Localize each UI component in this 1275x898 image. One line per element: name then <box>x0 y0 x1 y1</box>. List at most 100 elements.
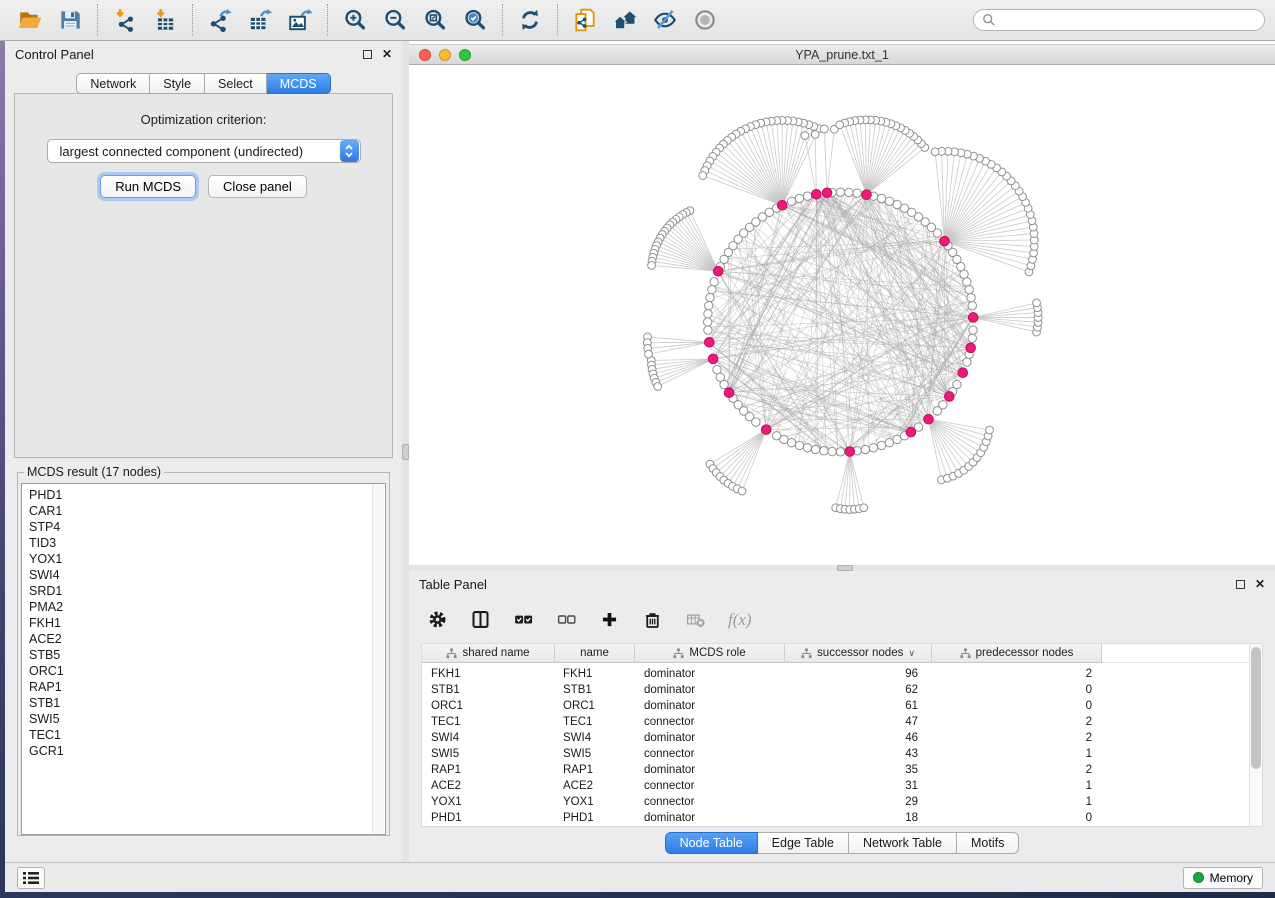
export-image-button[interactable] <box>280 3 320 37</box>
horizontal-splitter[interactable] <box>409 565 1275 571</box>
cell-successor-nodes: 29 <box>785 796 932 808</box>
export-table-button[interactable] <box>240 3 280 37</box>
optimization-criterion-select[interactable]: largest connected component (undirected) <box>47 139 361 163</box>
table-row[interactable]: SWI5 SWI5 connector 43 1 <box>422 746 1262 762</box>
list-item[interactable]: STB5 <box>29 647 385 663</box>
close-panel-button[interactable]: Close panel <box>208 175 307 198</box>
show-tasks-button[interactable] <box>17 867 45 889</box>
splitter-grip[interactable] <box>402 444 409 460</box>
delete-table-button <box>685 609 706 630</box>
list-item[interactable]: STB1 <box>29 695 385 711</box>
float-panel-icon[interactable] <box>1236 580 1245 589</box>
table-row[interactable]: PHD1 PHD1 dominator 18 0 <box>422 810 1262 826</box>
tab-mcds[interactable]: MCDS <box>267 73 331 94</box>
tab-network[interactable]: Network <box>76 73 150 94</box>
close-panel-icon[interactable]: ✕ <box>1255 580 1265 589</box>
memory-button[interactable]: Memory <box>1183 867 1263 889</box>
list-item[interactable]: CAR1 <box>29 503 385 519</box>
zoom-out-button[interactable] <box>375 3 415 37</box>
list-item[interactable]: SWI5 <box>29 711 385 727</box>
tab-network-table[interactable]: Network Table <box>849 832 957 854</box>
node-table: shared name name MCDS role successor nod… <box>421 643 1263 827</box>
zoom-fit-button[interactable] <box>415 3 455 37</box>
list-item[interactable]: ORC1 <box>29 663 385 679</box>
minimize-window-icon[interactable] <box>439 49 451 61</box>
maximize-window-icon[interactable] <box>459 49 471 61</box>
save-session-button[interactable] <box>50 3 90 37</box>
close-panel-icon[interactable]: ✕ <box>382 50 392 59</box>
list-item[interactable]: TID3 <box>29 535 385 551</box>
export-image-icon <box>287 7 313 33</box>
list-item[interactable]: ACE2 <box>29 631 385 647</box>
column-header-predecessor-nodes[interactable]: predecessor nodes <box>932 644 1102 663</box>
table-row[interactable]: STB1 STB1 dominator 62 0 <box>422 682 1262 698</box>
table-panel-title: Table Panel <box>419 577 487 592</box>
table-row[interactable]: YOX1 YOX1 connector 29 1 <box>422 794 1262 810</box>
table-scrollbar[interactable] <box>1249 644 1262 826</box>
deselect-all-button[interactable] <box>556 609 577 630</box>
list-item[interactable]: TEC1 <box>29 727 385 743</box>
add-column-button[interactable] <box>599 609 620 630</box>
import-network-button[interactable] <box>105 3 145 37</box>
column-header-name[interactable]: name <box>555 644 635 663</box>
splitter-grip[interactable] <box>837 565 853 571</box>
zoom-selected-button[interactable] <box>455 3 495 37</box>
cell-successor-nodes: 46 <box>785 732 932 744</box>
table-row[interactable]: ORC1 ORC1 dominator 61 0 <box>422 698 1262 714</box>
table-header: shared name name MCDS role successor nod… <box>422 644 1262 663</box>
scrollbar-thumb[interactable] <box>1251 647 1261 769</box>
list-item[interactable]: STP4 <box>29 519 385 535</box>
tab-style[interactable]: Style <box>150 73 205 94</box>
table-settings-button[interactable] <box>427 609 448 630</box>
show-columns-button[interactable] <box>470 609 491 630</box>
list-scrollbar[interactable] <box>372 485 384 833</box>
save-icon <box>57 7 83 33</box>
delete-column-button[interactable] <box>642 609 663 630</box>
eye-slash-icon <box>652 7 678 33</box>
tab-motifs[interactable]: Motifs <box>957 832 1019 854</box>
tab-node-table[interactable]: Node Table <box>665 832 758 854</box>
list-item[interactable]: FKH1 <box>29 615 385 631</box>
list-item[interactable]: RAP1 <box>29 679 385 695</box>
list-item[interactable]: PMA2 <box>29 599 385 615</box>
open-file-button[interactable] <box>10 3 50 37</box>
mcds-result-list[interactable]: PHD1CAR1STP4TID3YOX1SWI4SRD1PMA2FKH1ACE2… <box>21 483 386 835</box>
tab-select[interactable]: Select <box>205 73 267 94</box>
export-network-button[interactable] <box>200 3 240 37</box>
close-window-icon[interactable] <box>419 49 431 61</box>
select-all-button[interactable] <box>513 609 534 630</box>
column-header-mcds-role[interactable]: MCDS role <box>635 644 785 663</box>
list-item[interactable]: YOX1 <box>29 551 385 567</box>
table-row[interactable]: RAP1 RAP1 dominator 35 2 <box>422 762 1262 778</box>
table-row[interactable]: ACE2 ACE2 connector 31 1 <box>422 778 1262 794</box>
network-canvas[interactable] <box>409 65 1275 565</box>
vertical-splitter[interactable] <box>402 41 409 862</box>
new-network-from-selection-button[interactable] <box>565 3 605 37</box>
list-item[interactable]: GCR1 <box>29 743 385 759</box>
tab-edge-table[interactable]: Edge Table <box>758 832 849 854</box>
list-item[interactable]: SRD1 <box>29 583 385 599</box>
run-mcds-button[interactable]: Run MCDS <box>100 175 196 198</box>
network-window-titlebar[interactable]: YPA_prune.txt_1 <box>409 44 1275 65</box>
apply-layout-button[interactable] <box>510 3 550 37</box>
list-item[interactable]: PHD1 <box>29 487 385 503</box>
table-row[interactable]: SWI4 SWI4 dominator 46 2 <box>422 730 1262 746</box>
first-neighbors-button[interactable] <box>605 3 645 37</box>
cell-mcds-role: dominator <box>635 764 785 776</box>
search-input[interactable] <box>1002 11 1256 29</box>
hide-selected-button[interactable] <box>645 3 685 37</box>
show-all-button[interactable] <box>685 3 725 37</box>
cell-mcds-role: connector <box>635 780 785 792</box>
attribute-icon <box>960 648 971 659</box>
float-panel-icon[interactable] <box>363 50 372 59</box>
cell-successor-nodes: 18 <box>785 812 932 824</box>
toolbar-separator <box>557 4 558 36</box>
columns-icon <box>470 609 491 630</box>
column-header-successor-nodes[interactable]: successor nodes∨ <box>785 644 932 663</box>
zoom-in-button[interactable] <box>335 3 375 37</box>
column-header-shared-name[interactable]: shared name <box>422 644 555 663</box>
table-row[interactable]: FKH1 FKH1 dominator 96 2 <box>422 666 1262 682</box>
table-row[interactable]: TEC1 TEC1 connector 47 2 <box>422 714 1262 730</box>
import-table-button[interactable] <box>145 3 185 37</box>
list-item[interactable]: SWI4 <box>29 567 385 583</box>
